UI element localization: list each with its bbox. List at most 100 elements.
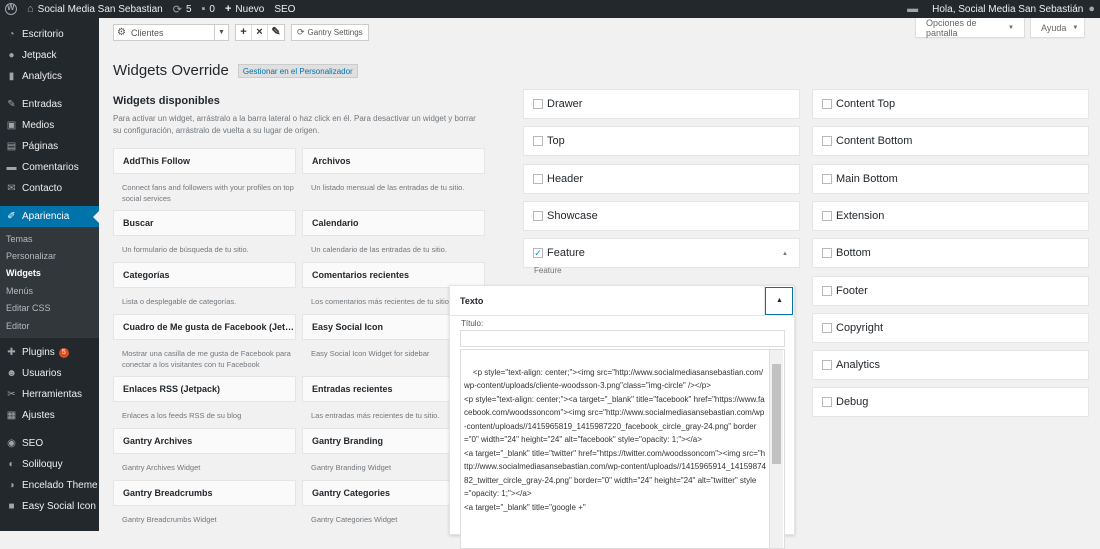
delete-override-button[interactable]: ×: [252, 25, 268, 40]
collapse-widget-button[interactable]: ▲: [764, 286, 794, 316]
menu-item-comentarios[interactable]: ▬ Comentarios: [0, 157, 99, 178]
update-count-badge: 5: [58, 347, 69, 358]
menu-item-label: Escritorio: [22, 29, 64, 40]
menu-item-contacto[interactable]: ✉ Contacto: [0, 178, 99, 199]
menu-item-label: Contacto: [22, 183, 63, 194]
menu-item-usuarios[interactable]: ☻ Usuarios: [0, 363, 99, 384]
site-name-link[interactable]: ⌂ Social Media San Sebastian: [22, 0, 168, 18]
menu-item-medios[interactable]: ▣ Medios: [0, 115, 99, 136]
checkbox[interactable]: [822, 248, 832, 259]
jetpack-icon: ●: [8, 50, 15, 61]
menu-item-plugins[interactable]: ✚ Plugins 5: [0, 342, 99, 363]
widget-area-analytics[interactable]: Analytics: [812, 350, 1089, 381]
widget-area-copyright[interactable]: Copyright: [812, 312, 1089, 343]
checkbox[interactable]: [822, 136, 832, 147]
menu-item-jetpack[interactable]: ● Jetpack: [0, 45, 99, 66]
add-override-button[interactable]: +: [236, 25, 252, 40]
checkbox[interactable]: [822, 397, 832, 408]
widget-item[interactable]: Gantry Archives: [113, 428, 296, 454]
submenu-item[interactable]: Temas: [0, 230, 99, 247]
textarea-scrollbar[interactable]: ▲: [769, 350, 783, 548]
updates-link[interactable]: ⟳ 5: [168, 0, 197, 18]
widget-area-debug[interactable]: Debug: [812, 387, 1089, 418]
edit-override-button[interactable]: ✎: [268, 25, 284, 40]
widget-area-content-top[interactable]: Content Top: [812, 89, 1089, 119]
seo-link[interactable]: SEO: [269, 0, 300, 18]
override-toolbar: ⚙ Clientes ▼ + × ✎ ⟳ Gantry Settings: [113, 24, 369, 41]
widget-area-drawer[interactable]: Drawer: [523, 89, 800, 119]
checkbox[interactable]: [822, 99, 832, 109]
manage-customizer-button[interactable]: Gestionar en el Personalizador: [237, 63, 358, 78]
admin-menu: ◔ Escritorio ● Jetpack ▮ Analytics ✎ Entradas ▣…: [0, 18, 99, 531]
checkbox[interactable]: [822, 173, 832, 184]
menu-item-apariencia[interactable]: ✐ Apariencia: [0, 206, 99, 227]
menu-item-encelad-theme[interactable]: ◑ Enceladо Theme: [0, 475, 99, 496]
widget-item[interactable]: Calendario: [302, 210, 485, 236]
title-input[interactable]: [460, 330, 785, 347]
chevron-down-icon: ▼: [214, 25, 228, 40]
menu-item-escritorio[interactable]: ◔ Escritorio: [0, 24, 99, 45]
widget-item[interactable]: Buscar: [113, 210, 296, 236]
widget-area-title: Footer: [836, 284, 868, 297]
menu-item-label: Ajustes: [22, 410, 55, 422]
checkbox[interactable]: [822, 360, 832, 371]
widget-area-header[interactable]: Header: [523, 163, 800, 194]
widget-area-showcase[interactable]: Showcase: [523, 200, 800, 231]
menu-item-herramientas[interactable]: ✂ Herramientas: [0, 384, 99, 405]
checkbox[interactable]: [822, 210, 832, 221]
wp-logo-button[interactable]: [0, 0, 22, 18]
submenu-item[interactable]: Editor: [0, 317, 99, 334]
widget-item[interactable]: Archivos: [302, 148, 485, 174]
checkbox[interactable]: [533, 99, 543, 109]
checkbox[interactable]: [822, 285, 832, 296]
menu-item-páginas[interactable]: ▤ Páginas: [0, 136, 99, 157]
widget-area-main-bottom[interactable]: Main Bottom: [812, 163, 1089, 194]
widget-area-extension[interactable]: Extension: [812, 200, 1089, 231]
submenu-item[interactable]: Widgets: [0, 265, 99, 282]
widget-item[interactable]: Categorías: [113, 262, 296, 288]
dashboard-icon: ◔: [8, 29, 15, 40]
checkbox[interactable]: [533, 173, 543, 184]
help-button[interactable]: Ayuda ▼: [1030, 18, 1085, 38]
content-textarea[interactable]: <p style="text-align: center;"><img src=…: [460, 349, 785, 549]
widget-area-top[interactable]: Top: [523, 126, 800, 157]
widget-area-title: Content Bottom: [836, 135, 913, 148]
gantry-settings-button[interactable]: ⟳ Gantry Settings: [291, 24, 369, 41]
override-select[interactable]: ⚙ Clientes ▼: [113, 24, 229, 41]
screen-options-button[interactable]: Opciones de pantalla ▼: [915, 18, 1025, 38]
widget-area-feature[interactable]: ✓ Feature ▲: [523, 238, 800, 269]
widget-item[interactable]: Gantry Breadcrumbs: [113, 480, 296, 506]
widget-description: Un formulario de búsqueda de tu sitio.: [122, 245, 249, 254]
menu-item-seo[interactable]: ◉ SEO: [0, 433, 99, 454]
menu-item-easy-social-icon[interactable]: ■ Easy Social Icon: [0, 496, 99, 517]
submenu-item[interactable]: Personalizar: [0, 247, 99, 264]
checkbox[interactable]: [533, 210, 543, 221]
widget-item[interactable]: AddThis Follow: [113, 148, 296, 174]
widget-area-bottom[interactable]: Bottom: [812, 238, 1089, 269]
menu-item-label: Plugins: [22, 347, 55, 359]
checkbox[interactable]: ✓: [533, 248, 543, 259]
menu-item-analytics[interactable]: ▮ Analytics: [0, 66, 99, 87]
text-widget-editor: Texto ▲ Título: <p style="text-align: ce…: [449, 285, 795, 549]
scrollbar-thumb[interactable]: [772, 364, 781, 464]
widget-area-title: Bottom: [836, 247, 871, 260]
widget-item[interactable]: Cuadro de Me gusta de Facebook (Jetpack): [113, 314, 296, 340]
notifications-button[interactable]: ▬: [902, 0, 927, 18]
comments-link[interactable]: ▪ 0: [197, 0, 220, 18]
widget-area-footer[interactable]: Footer: [812, 275, 1089, 306]
new-content-link[interactable]: + Nuevo: [220, 0, 269, 18]
menu-item-ajustes[interactable]: ▦ Ajustes: [0, 405, 99, 426]
widget-description: Un calendario de las entradas de tu siti…: [311, 245, 447, 254]
widget-item[interactable]: Enlaces RSS (Jetpack): [113, 376, 296, 402]
text-widget-header[interactable]: Texto ▲: [450, 286, 794, 316]
checkbox[interactable]: [533, 136, 543, 147]
checkbox[interactable]: [822, 322, 832, 333]
menu-item-entradas[interactable]: ✎ Entradas: [0, 94, 99, 115]
menu-item-soliloquy[interactable]: ◐ Soliloquy: [0, 454, 99, 475]
widget-area-content-bottom[interactable]: Content Bottom: [812, 126, 1089, 157]
available-widgets-description: Para activar un widget, arrástralo a la …: [113, 114, 476, 135]
submenu-item[interactable]: Editar CSS: [0, 300, 99, 317]
account-link[interactable]: Hola, Social Media San Sebastián ●: [927, 0, 1100, 18]
submenu-item[interactable]: Menús: [0, 282, 99, 299]
triangle-up-icon[interactable]: ▲: [782, 251, 788, 257]
